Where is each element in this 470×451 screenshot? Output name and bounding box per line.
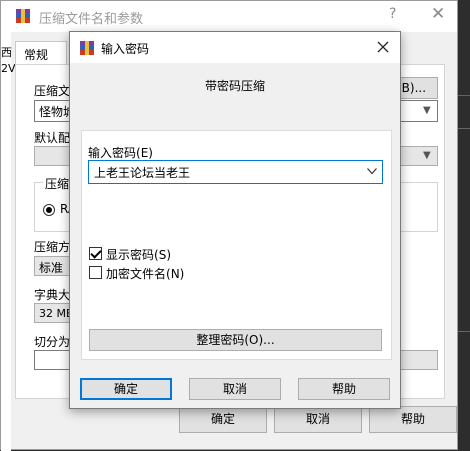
- chevron-down-icon[interactable]: [367, 168, 377, 175]
- background-app-edge: [458, 0, 470, 450]
- split-volume-label: 切分为: [34, 335, 71, 349]
- bg-window-title: 压缩文件名和参数: [39, 12, 144, 27]
- dict-size-select[interactable]: 32 MB: [34, 303, 74, 323]
- winrar-icon: [16, 9, 30, 23]
- method-label: 压缩方: [34, 240, 71, 254]
- password-input[interactable]: 上老王论坛当老王: [88, 160, 383, 184]
- cancel-button[interactable]: 取消: [189, 378, 281, 400]
- bg-cancel-button[interactable]: 取消: [274, 406, 362, 433]
- bg-help-button[interactable]: 帮助: [369, 406, 457, 433]
- tab-general[interactable]: 常规: [15, 41, 67, 65]
- password-dialog: 输入密码 带密码压缩 输入密码(E) 上老王论坛当老王 显示密码(S) 加密文件…: [69, 31, 401, 409]
- encrypt-filenames-checkbox[interactable]: [89, 266, 102, 279]
- split-volume-input[interactable]: [34, 350, 74, 370]
- show-password-checkbox[interactable]: [89, 247, 102, 260]
- ok-button[interactable]: 确定: [80, 378, 172, 400]
- encrypt-filenames-label: 加密文件名(N): [106, 267, 185, 281]
- edge-fragment: 2V: [1, 62, 16, 75]
- archive-name-label: 压缩文: [34, 84, 71, 98]
- edge-line: [458, 128, 470, 129]
- browse-button-label: (B)...: [397, 81, 427, 95]
- dialog-title-bar: 输入密码: [70, 32, 400, 63]
- winrar-icon: [80, 41, 94, 55]
- format-group-label: 压缩: [43, 175, 72, 192]
- password-label-key: (E): [136, 146, 153, 160]
- dialog-header: [70, 63, 400, 129]
- rar-radio[interactable]: [43, 204, 55, 216]
- organize-passwords-button[interactable]: 整理密码(O)...: [89, 329, 382, 351]
- bg-close-icon[interactable]: ✕: [431, 4, 445, 24]
- edge-line: [458, 331, 470, 332]
- bg-help-icon[interactable]: ?: [389, 6, 396, 22]
- help-button[interactable]: 帮助: [298, 378, 390, 400]
- edge-line: [458, 95, 470, 96]
- bg-title-bar: 压缩文件名和参数 ? ✕: [1, 1, 457, 32]
- method-select[interactable]: 标准: [34, 256, 74, 276]
- close-icon[interactable]: [377, 41, 389, 53]
- default-profile-label: 默认配: [34, 131, 71, 145]
- profile-button[interactable]: [34, 146, 74, 166]
- chevron-down-icon: ▼: [423, 150, 431, 161]
- edge-fragment: 西: [1, 46, 12, 59]
- password-label: 输入密码(E): [88, 146, 153, 160]
- dialog-title: 输入密码: [101, 42, 150, 56]
- bg-ok-button[interactable]: 确定: [179, 406, 267, 433]
- bg-left-strip: 西 2V: [1, 32, 16, 451]
- dict-size-label: 字典大: [34, 288, 71, 302]
- show-password-label: 显示密码(S): [106, 248, 171, 262]
- dialog-header-text: 带密码压缩: [204, 79, 265, 93]
- password-value: 上老王论坛当老王: [94, 166, 191, 180]
- chevron-down-icon: ▼: [423, 105, 431, 116]
